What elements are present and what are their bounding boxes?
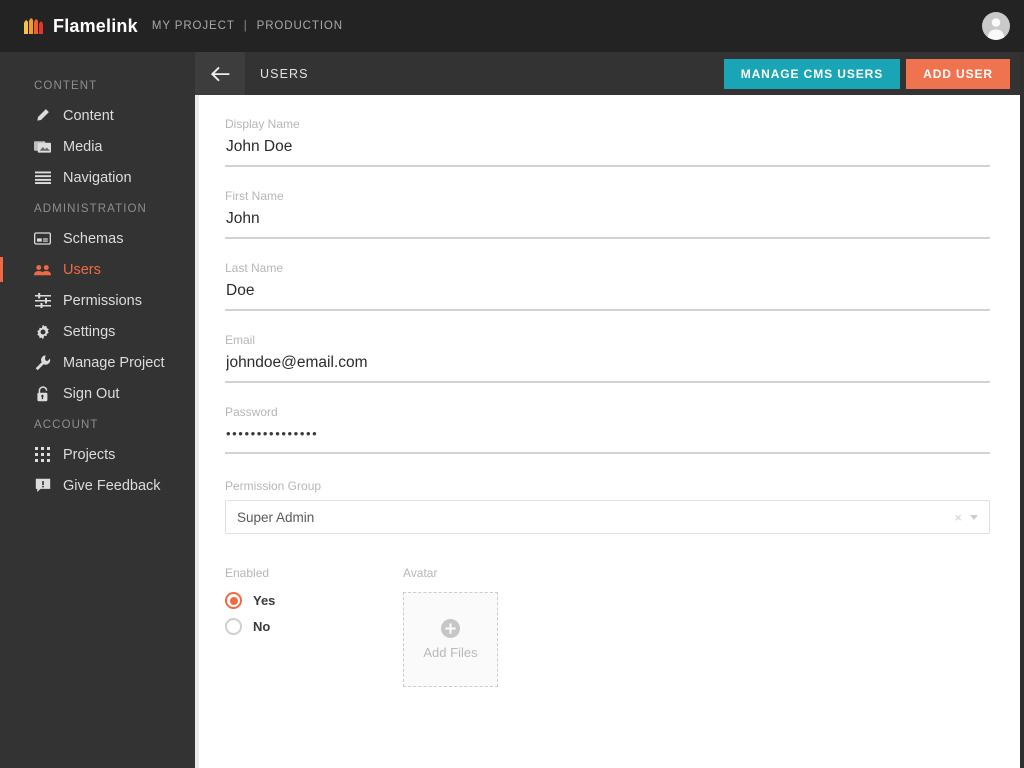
media-folder-icon	[34, 138, 51, 155]
last-name-input[interactable]	[225, 282, 990, 311]
sidebar-label-navigation: Navigation	[63, 169, 132, 186]
sidebar-section-content: CONTENT	[34, 80, 98, 92]
sidebar: CONTENT Content Media Navigation ADMINIS…	[0, 52, 195, 768]
clear-icon[interactable]: ×	[946, 510, 970, 525]
sidebar-item-users[interactable]: Users	[0, 254, 195, 285]
content-column: USERS MANAGE CMS USERS ADD USER Display …	[195, 52, 1024, 768]
email-input[interactable]	[225, 354, 990, 383]
page-title: USERS	[260, 66, 309, 81]
toolbar-actions: MANAGE CMS USERS ADD USER	[723, 58, 1020, 89]
manage-cms-users-button[interactable]: MANAGE CMS USERS	[723, 58, 901, 89]
display-name-input[interactable]	[225, 138, 990, 167]
sidebar-label-permissions: Permissions	[63, 292, 142, 309]
avatar-silhouette-icon	[987, 18, 1005, 40]
flame-logo-icon	[24, 18, 43, 34]
label-first-name: First Name	[225, 189, 284, 203]
plus-circle-icon	[441, 619, 460, 638]
users-icon	[34, 261, 51, 278]
field-permission-group: Permission Group Super Admin ×	[225, 479, 990, 534]
sidebar-item-media[interactable]: Media	[0, 131, 195, 162]
sidebar-label-manage-project: Manage Project	[63, 354, 165, 371]
sidebar-label-sign-out: Sign Out	[63, 385, 120, 402]
label-password: Password	[225, 405, 278, 419]
sidebar-item-permissions[interactable]: Permissions	[0, 285, 195, 316]
back-button[interactable]	[195, 52, 245, 95]
comment-icon	[34, 477, 51, 494]
sidebar-item-settings[interactable]: Settings	[0, 316, 195, 347]
label-enabled: Enabled	[225, 566, 270, 580]
schema-card-icon	[34, 230, 51, 247]
field-first-name: First Name	[225, 189, 990, 239]
radio-yes-label: Yes	[253, 593, 276, 608]
radio-enabled-no[interactable]: No	[225, 618, 345, 635]
sidebar-item-projects[interactable]: Projects	[0, 439, 195, 470]
panel-scroll-area[interactable]: Display Name First Name Last Name	[195, 95, 1020, 768]
sidebar-label-schemas: Schemas	[63, 230, 124, 247]
user-form-panel: Display Name First Name Last Name	[199, 95, 1020, 768]
lock-icon	[34, 385, 51, 402]
field-display-name: Display Name	[225, 117, 990, 167]
brand-name: Flamelink	[53, 15, 138, 36]
sidebar-item-navigation[interactable]: Navigation	[0, 162, 195, 193]
hamburger-icon	[34, 169, 51, 186]
bottom-row: Enabled Yes No Avatar Add Files	[225, 552, 990, 687]
sidebar-label-give-feedback: Give Feedback	[63, 477, 161, 494]
chevron-down-icon[interactable]	[970, 514, 978, 520]
flamelink-app: Flamelink MY PROJECT | PRODUCTION CONTEN…	[0, 0, 1024, 768]
page-toolbar: USERS MANAGE CMS USERS ADD USER	[195, 52, 1020, 95]
sidebar-item-schemas[interactable]: Schemas	[0, 223, 195, 254]
field-password: Password	[225, 405, 990, 454]
sidebar-item-give-feedback[interactable]: Give Feedback	[0, 470, 195, 501]
grid-icon	[34, 446, 51, 463]
password-input[interactable]	[225, 426, 990, 454]
arrow-left-icon	[210, 66, 230, 81]
avatar-dropzone[interactable]: Add Files	[403, 592, 498, 687]
field-last-name: Last Name	[225, 261, 990, 311]
top-bar: Flamelink MY PROJECT | PRODUCTION	[0, 0, 1024, 52]
sidebar-item-manage-project[interactable]: Manage Project	[0, 347, 195, 378]
sidebar-label-users: Users	[63, 261, 101, 278]
enabled-group: Enabled Yes No	[225, 566, 345, 687]
label-display-name: Display Name	[225, 117, 300, 131]
user-avatar-icon[interactable]	[982, 12, 1010, 40]
sidebar-label-projects: Projects	[63, 446, 116, 463]
pencil-icon	[34, 107, 51, 124]
sidebar-section-account: ACCOUNT	[34, 419, 99, 431]
label-last-name: Last Name	[225, 261, 284, 275]
dropzone-label: Add Files	[423, 645, 478, 660]
label-permission-group: Permission Group	[225, 479, 322, 493]
sidebar-section-administration: ADMINISTRATION	[34, 203, 147, 215]
sidebar-label-content: Content	[63, 107, 114, 124]
sliders-icon	[34, 292, 51, 309]
add-user-button[interactable]: ADD USER	[906, 58, 1010, 89]
field-email: Email	[225, 333, 990, 383]
sidebar-label-media: Media	[63, 138, 103, 155]
breadcrumb-separator: |	[243, 20, 248, 32]
radio-yes-icon	[225, 592, 242, 609]
sidebar-item-sign-out[interactable]: Sign Out	[0, 378, 195, 409]
sidebar-item-content[interactable]: Content	[0, 100, 195, 131]
project-breadcrumb: MY PROJECT | PRODUCTION	[152, 20, 343, 32]
first-name-input[interactable]	[225, 210, 990, 239]
avatar-group: Avatar Add Files	[403, 566, 498, 687]
permission-group-value: Super Admin	[237, 509, 315, 525]
gear-icon	[34, 323, 51, 340]
project-name: MY PROJECT	[151, 20, 235, 32]
body-row: CONTENT Content Media Navigation ADMINIS…	[0, 52, 1024, 768]
radio-no-icon	[225, 618, 242, 635]
environment-name: PRODUCTION	[256, 20, 343, 32]
brand-logo[interactable]: Flamelink	[22, 16, 138, 37]
sidebar-label-settings: Settings	[63, 323, 116, 340]
label-avatar: Avatar	[403, 566, 438, 580]
label-email: Email	[225, 333, 256, 347]
radio-enabled-yes[interactable]: Yes	[225, 592, 345, 609]
permission-group-select[interactable]: Super Admin ×	[225, 500, 990, 534]
radio-no-label: No	[253, 619, 271, 634]
wrench-icon	[34, 354, 51, 371]
